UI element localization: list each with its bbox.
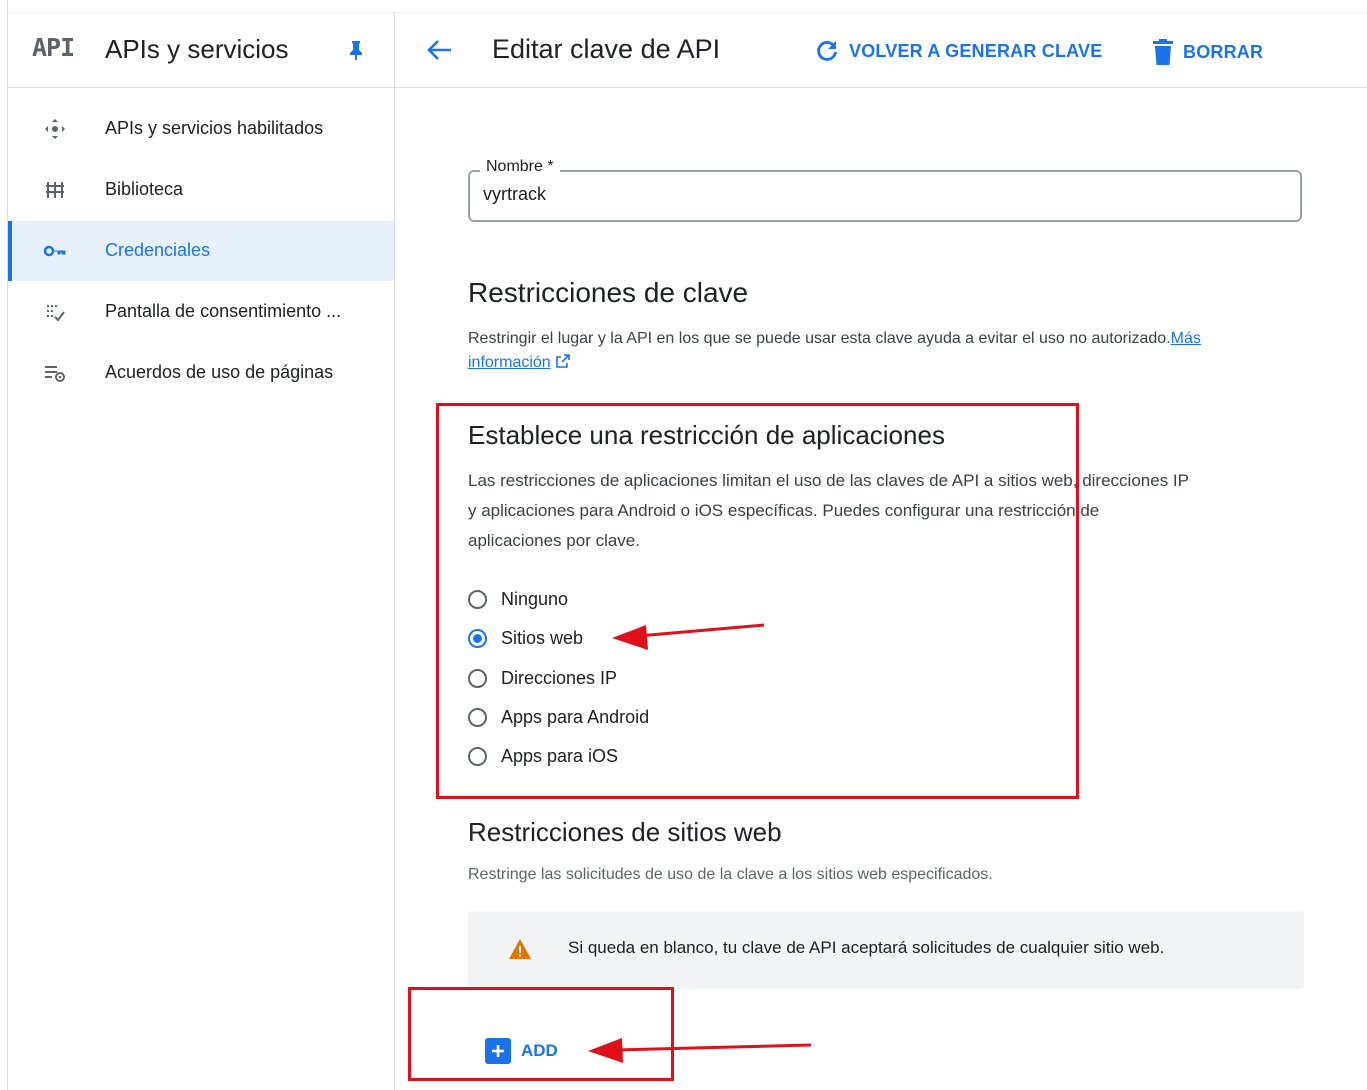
sidebar-item-page-agreements[interactable]: Acuerdos de uso de páginas [8,343,394,403]
sidebar-item-label: Pantalla de consentimiento ... [105,301,342,321]
sidebar: API APIs y servicios APIs y servicios ha… [8,13,395,1090]
app-restriction-title: Establece una restricción de aplicacione… [468,420,945,450]
regenerate-key-label: VOLVER A GENERAR CLAVE [849,40,1103,61]
warning-icon [509,939,531,959]
pin-icon[interactable] [346,39,366,61]
back-arrow-icon[interactable] [425,37,453,63]
key-icon [42,239,68,263]
delete-button[interactable]: BORRAR [1153,39,1263,65]
sidebar-item-library[interactable]: Biblioteca [8,160,394,220]
sidebar-item-credentials[interactable]: Credenciales [8,221,394,281]
sidebar-item-label: Biblioteca [105,179,184,199]
api-logo: API [32,33,75,62]
sidebar-item-label: Acuerdos de uso de páginas [105,362,334,382]
page-header: Editar clave de API VOLVER A GENERAR CLA… [395,13,1367,88]
sidebar-item-label: Credenciales [105,240,211,260]
key-restrictions-text: Restringir el lugar y la API en los que … [468,330,1171,347]
radio-label: Sitios web [501,627,584,648]
page-agreements-icon [42,361,68,385]
key-restrictions-title: Restricciones de clave [468,277,749,308]
radio-websites[interactable]: Sitios web [468,625,583,651]
add-label: ADD [521,1041,558,1060]
radio-button[interactable] [468,589,487,609]
app-restriction-description: Las restricciones de aplicaciones limita… [468,471,1189,550]
radio-label: Ninguno [501,588,569,609]
website-restrictions-title: Restricciones de sitios web [468,817,782,847]
page-title: Editar clave de API [492,34,721,64]
sidebar-item-consent-screen[interactable]: Pantalla de consentimiento ... [8,282,394,342]
radio-button[interactable] [468,746,487,766]
annotation-box-add [408,987,674,1081]
add-icon [485,1038,511,1064]
radio-button[interactable] [468,707,487,727]
sidebar-title: APIs y servicios [105,34,289,64]
radio-button[interactable] [468,628,487,648]
trash-icon [1153,39,1173,65]
radio-label: Apps para Android [501,706,650,727]
annotation-arrow-websites [612,623,765,650]
radio-label: Apps para iOS [501,745,619,766]
radio-android-apps[interactable]: Apps para Android [468,704,649,730]
sidebar-item-label: APIs y servicios habilitados [105,118,324,138]
name-input[interactable] [483,184,1273,205]
website-restrictions-description: Restringe las solicitudes de uso de la c… [468,866,993,883]
add-website-button[interactable]: ADD [485,1038,558,1064]
consent-screen-icon [42,300,68,324]
refresh-icon [817,41,837,61]
key-restrictions-description: Restringir el lugar y la API en los que … [468,327,1308,375]
radio-ip-addresses[interactable]: Direcciones IP [468,665,617,691]
name-field-label: Nombre * [480,158,560,176]
sidebar-header: API APIs y servicios [8,13,394,88]
library-icon [42,178,68,202]
name-field[interactable]: Nombre * [468,158,1302,222]
radio-none[interactable]: Ninguno [468,586,568,612]
sidebar-item-apis-enabled[interactable]: APIs y servicios habilitados [8,99,394,159]
radio-button[interactable] [468,668,487,688]
radio-label: Direcciones IP [501,667,618,688]
annotation-arrow-add [588,1038,812,1063]
external-link-icon [556,354,570,368]
delete-label: BORRAR [1183,41,1264,62]
apis-dashboard-icon [42,117,68,141]
regenerate-key-button[interactable]: VOLVER A GENERAR CLAVE [815,39,1102,63]
radio-ios-apps[interactable]: Apps para iOS [468,743,618,769]
warning-banner: Si queda en blanco, tu clave de API acep… [468,911,1304,989]
warning-text: Si queda en blanco, tu clave de API acep… [568,938,1165,957]
